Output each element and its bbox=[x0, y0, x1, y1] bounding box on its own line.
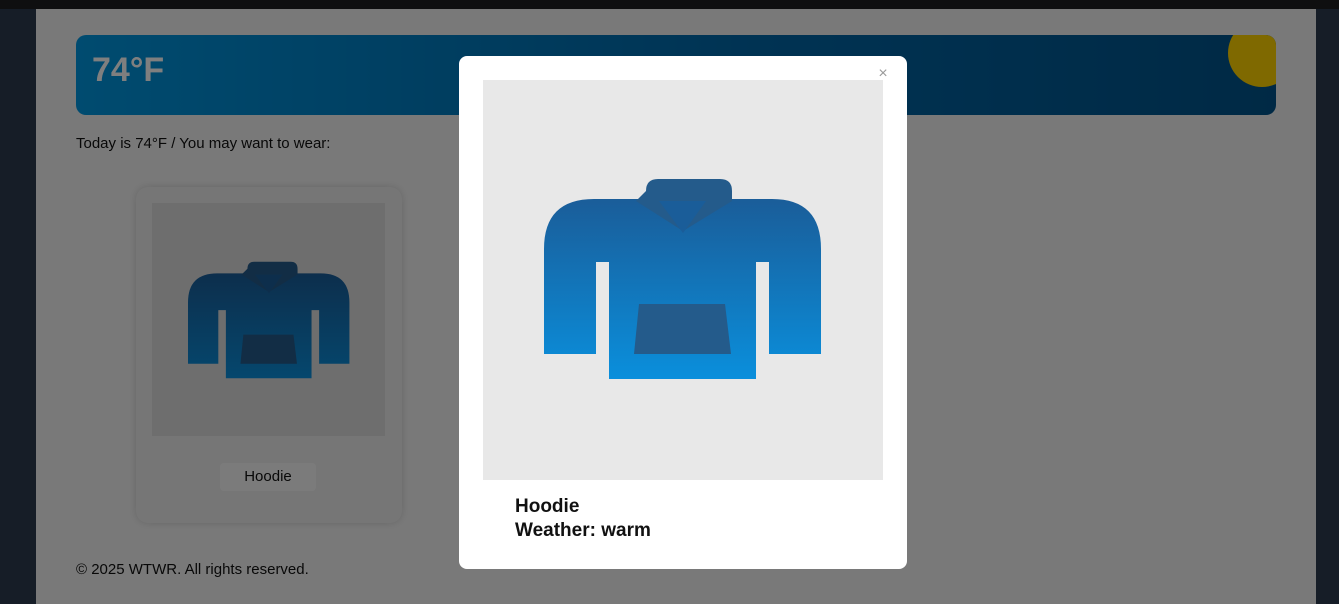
modal-item-name: Hoodie bbox=[515, 496, 580, 517]
hoodie-icon bbox=[544, 179, 821, 379]
item-preview-modal: × Hoodie Weather: warm bbox=[459, 56, 907, 569]
modal-item-weather: Weather: warm bbox=[515, 520, 651, 541]
modal-item-image bbox=[483, 80, 883, 480]
